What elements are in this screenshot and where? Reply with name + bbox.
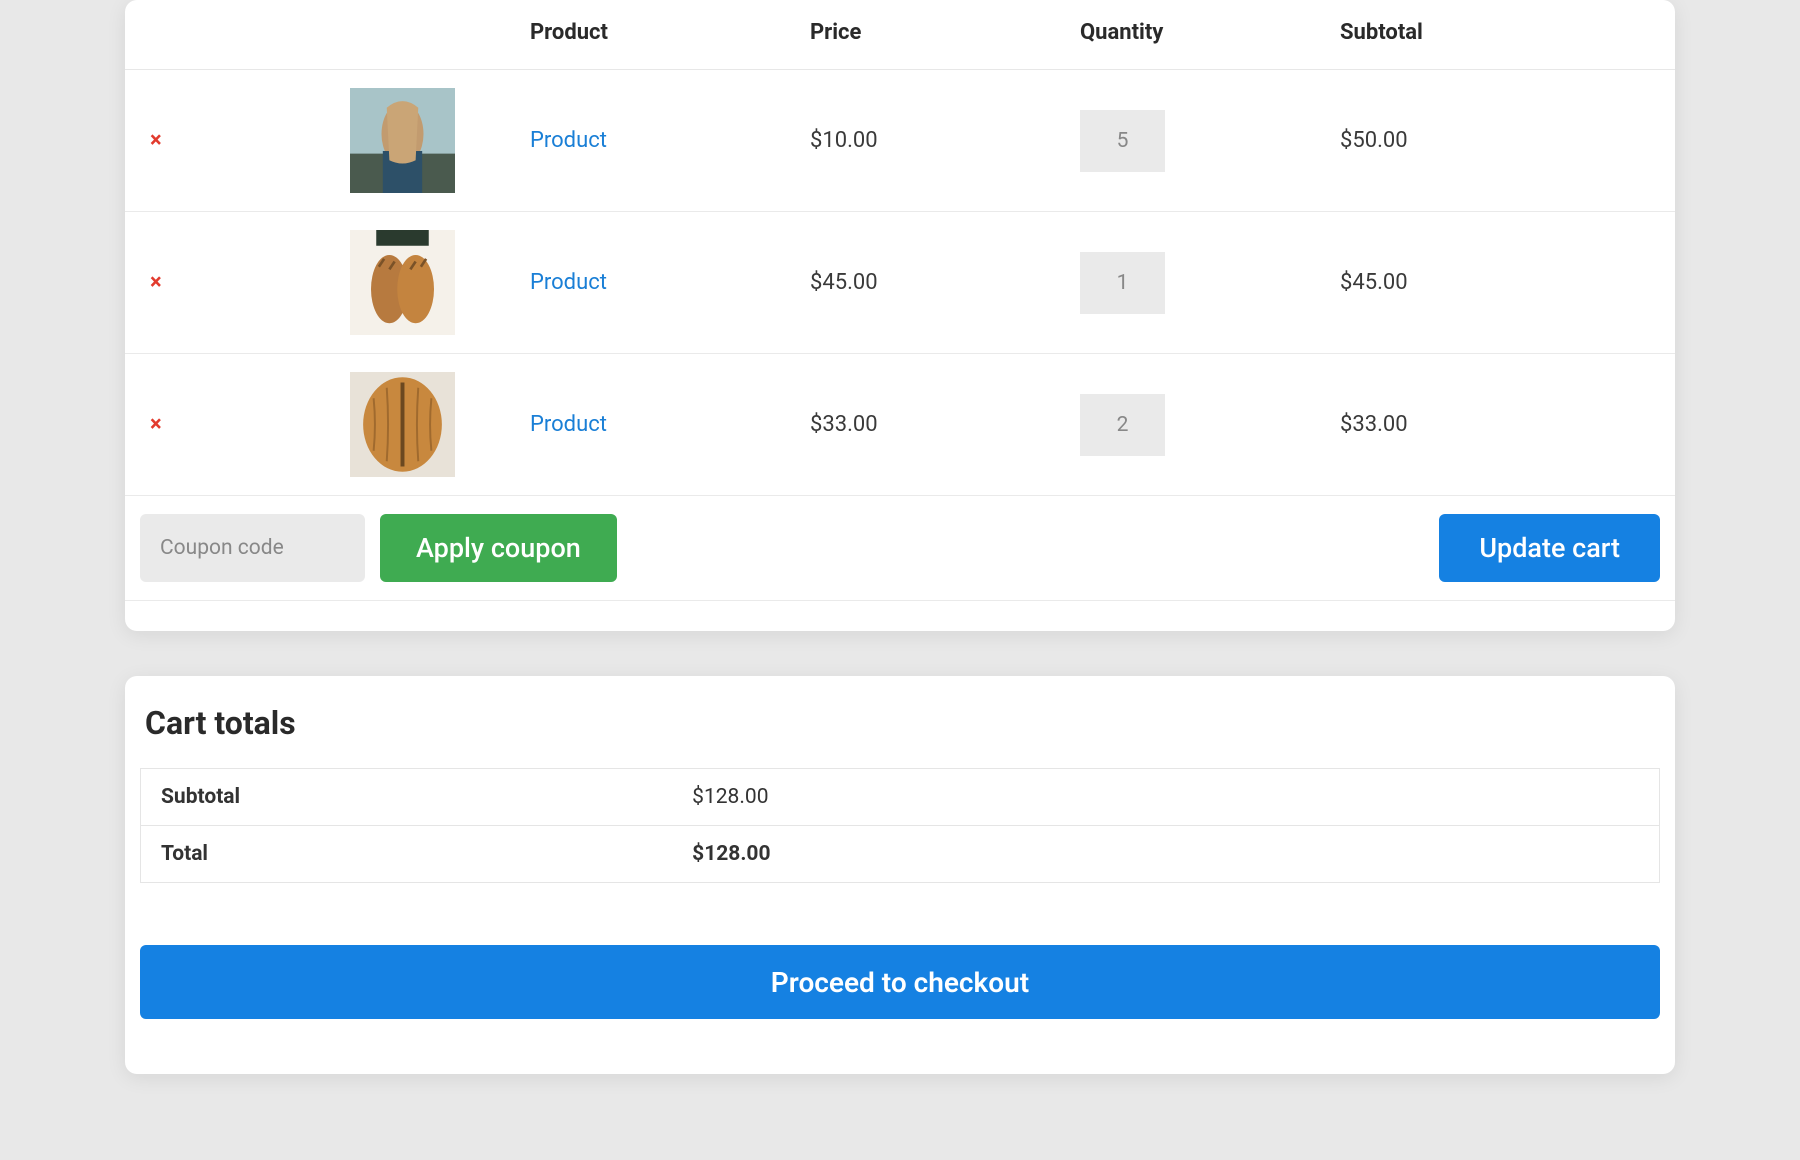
product-link[interactable]: Product bbox=[530, 270, 607, 295]
subtotal-cell: $50.00 bbox=[1325, 70, 1675, 212]
coupon-input[interactable] bbox=[140, 514, 365, 582]
cart-totals-card: Cart totals Subtotal $128.00 Total $128.… bbox=[125, 676, 1675, 1074]
cart-items-card: Product Price Quantity Subtotal × Produc… bbox=[125, 0, 1675, 631]
product-thumbnail[interactable] bbox=[350, 88, 455, 193]
totals-table: Subtotal $128.00 Total $128.00 bbox=[140, 768, 1660, 883]
col-thumbnail bbox=[215, 0, 515, 70]
price-cell: $10.00 bbox=[795, 70, 1065, 212]
subtotal-row: Subtotal $128.00 bbox=[141, 769, 1660, 826]
product-link[interactable]: Product bbox=[530, 412, 607, 437]
subtotal-cell: $45.00 bbox=[1325, 212, 1675, 354]
product-thumbnail[interactable] bbox=[350, 230, 455, 335]
product-link[interactable]: Product bbox=[530, 128, 607, 153]
col-subtotal-header: Subtotal bbox=[1325, 0, 1675, 70]
actions-row: Apply coupon Update cart bbox=[125, 496, 1675, 601]
quantity-input[interactable] bbox=[1080, 110, 1165, 172]
quantity-input[interactable] bbox=[1080, 252, 1165, 314]
subtotal-label: Subtotal bbox=[141, 769, 673, 826]
col-product-header: Product bbox=[515, 0, 795, 70]
proceed-to-checkout-button[interactable]: Proceed to checkout bbox=[140, 945, 1660, 1019]
table-row: × Product $10.00 $50.00 bbox=[125, 70, 1675, 212]
remove-button[interactable]: × bbox=[140, 407, 172, 442]
cart-table: Product Price Quantity Subtotal × Produc… bbox=[125, 0, 1675, 601]
table-row: × Product $45.00 $45.00 bbox=[125, 212, 1675, 354]
price-cell: $33.00 bbox=[795, 354, 1065, 496]
product-thumbnail[interactable] bbox=[350, 372, 455, 477]
total-label: Total bbox=[141, 826, 673, 883]
col-remove bbox=[125, 0, 215, 70]
subtotal-cell: $33.00 bbox=[1325, 354, 1675, 496]
col-quantity-header: Quantity bbox=[1065, 0, 1325, 70]
price-cell: $45.00 bbox=[795, 212, 1065, 354]
table-row: × Product $33.00 $33.00 bbox=[125, 354, 1675, 496]
cart-totals-title: Cart totals bbox=[140, 704, 1660, 742]
quantity-input[interactable] bbox=[1080, 394, 1165, 456]
remove-button[interactable]: × bbox=[140, 265, 172, 300]
total-row: Total $128.00 bbox=[141, 826, 1660, 883]
update-cart-button[interactable]: Update cart bbox=[1439, 514, 1660, 582]
subtotal-value: $128.00 bbox=[672, 769, 1659, 826]
col-price-header: Price bbox=[795, 0, 1065, 70]
remove-button[interactable]: × bbox=[140, 123, 172, 158]
total-value: $128.00 bbox=[672, 826, 1659, 883]
apply-coupon-button[interactable]: Apply coupon bbox=[380, 514, 617, 582]
